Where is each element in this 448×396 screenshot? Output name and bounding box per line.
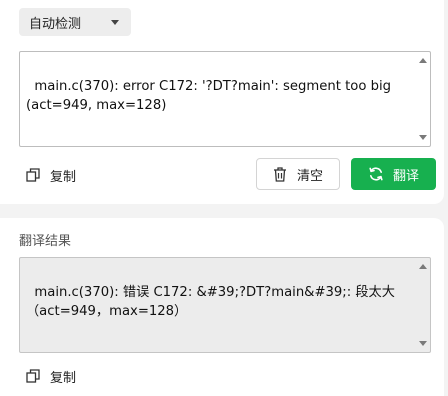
- translate-button[interactable]: 翻译: [351, 158, 436, 190]
- copy-icon: [26, 369, 40, 383]
- trash-icon: [273, 166, 286, 182]
- refresh-icon: [369, 167, 383, 181]
- result-scrollbar[interactable]: [417, 259, 429, 351]
- copy-source-button[interactable]: 复制: [26, 164, 76, 186]
- result-text: main.c(370): 错误 C172: &#39;?DT?main&#39;…: [26, 285, 395, 319]
- source-scrollbar[interactable]: [417, 53, 429, 145]
- copy-result-button[interactable]: 复制: [26, 365, 76, 387]
- scroll-up-arrow-icon[interactable]: [419, 264, 427, 269]
- source-text-input[interactable]: main.c(370): error C172: '?DT?main': seg…: [19, 51, 431, 147]
- copy-icon: [26, 168, 40, 182]
- scroll-up-arrow-icon[interactable]: [419, 58, 427, 63]
- source-language-select[interactable]: 自动检测: [19, 8, 131, 36]
- translate-label: 翻译: [392, 168, 419, 184]
- copy-source-label: 复制: [50, 169, 77, 185]
- caret-down-icon: [111, 20, 119, 25]
- clear-label: 清空: [296, 168, 323, 184]
- clear-button[interactable]: 清空: [256, 158, 340, 190]
- scroll-down-arrow-icon[interactable]: [419, 135, 427, 140]
- source-language-label: 自动检测: [29, 16, 82, 32]
- scroll-down-arrow-icon[interactable]: [419, 341, 427, 346]
- result-title: 翻译结果: [19, 234, 72, 249]
- result-text-area[interactable]: main.c(370): 错误 C172: &#39;?DT?main&#39;…: [19, 257, 431, 353]
- copy-result-label: 复制: [50, 370, 77, 386]
- source-text: main.c(370): error C172: '?DT?main': seg…: [26, 79, 391, 113]
